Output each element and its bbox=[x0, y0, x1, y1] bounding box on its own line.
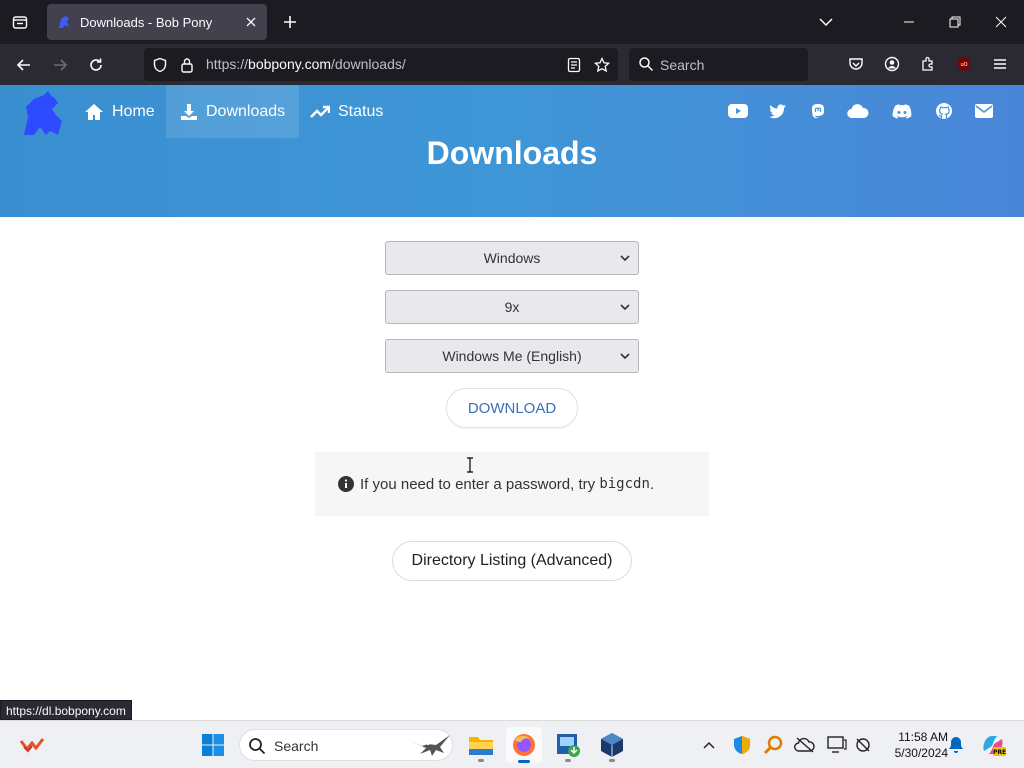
bookmark-star-icon[interactable] bbox=[591, 54, 613, 76]
magnifier-app-icon[interactable] bbox=[761, 733, 785, 757]
url-text[interactable]: https://bobpony.com/downloads/ bbox=[206, 56, 406, 72]
nav-home[interactable]: Home bbox=[70, 85, 169, 138]
github-icon[interactable] bbox=[932, 99, 956, 123]
nav-downloads[interactable]: Downloads bbox=[166, 85, 300, 138]
display-settings-icon[interactable] bbox=[825, 733, 849, 757]
browser-nav-bar: https://bobpony.com/downloads/ Search uO bbox=[0, 44, 1024, 85]
search-icon bbox=[249, 738, 266, 755]
svg-text:PRE: PRE bbox=[993, 749, 1006, 756]
download-button[interactable]: DOWNLOAD bbox=[446, 388, 578, 428]
search-icon bbox=[639, 57, 654, 72]
home-icon bbox=[84, 103, 104, 121]
app-running-indicator bbox=[478, 759, 484, 762]
file-explorer-icon[interactable] bbox=[463, 727, 499, 763]
chevron-down-icon bbox=[620, 353, 630, 360]
new-tab-icon[interactable] bbox=[278, 10, 302, 34]
installer-app-icon[interactable] bbox=[550, 727, 586, 763]
version-select-value: Windows Me (English) bbox=[442, 348, 582, 364]
twitter-icon[interactable] bbox=[766, 99, 790, 123]
search-highlight-bird-icon bbox=[408, 735, 450, 756]
chevron-down-icon bbox=[620, 255, 630, 262]
download-icon bbox=[180, 103, 198, 121]
start-menu-icon[interactable] bbox=[195, 727, 231, 763]
tab-list-icon[interactable] bbox=[8, 10, 32, 34]
onedrive-offline-icon[interactable] bbox=[793, 733, 817, 757]
browser-search-bar[interactable]: Search bbox=[629, 48, 808, 81]
virtualbox-icon[interactable] bbox=[594, 727, 630, 763]
notice-code: bigcdn bbox=[599, 476, 650, 492]
ublock-origin-icon[interactable]: uO bbox=[952, 52, 976, 76]
page-title: Downloads bbox=[426, 135, 598, 171]
address-bar[interactable]: https://bobpony.com/downloads/ bbox=[144, 48, 618, 81]
clock-time: 11:58 AM bbox=[898, 730, 948, 744]
directory-listing-label: Directory Listing (Advanced) bbox=[411, 552, 613, 569]
network-disconnected-icon[interactable] bbox=[851, 733, 875, 757]
show-hidden-icons-chevron-up-icon[interactable] bbox=[697, 733, 721, 757]
directory-listing-button[interactable]: Directory Listing (Advanced) bbox=[392, 541, 632, 581]
copilot-preview-icon[interactable]: PRE bbox=[978, 733, 1008, 757]
account-icon[interactable] bbox=[880, 52, 904, 76]
cloud-icon[interactable] bbox=[846, 99, 870, 123]
mastodon-icon[interactable] bbox=[806, 99, 830, 123]
site-header: Home Downloads Status Downloads bbox=[0, 85, 1024, 217]
url-host: bobpony.com bbox=[248, 56, 332, 72]
youtube-icon[interactable] bbox=[726, 99, 750, 123]
svg-text:uO: uO bbox=[960, 62, 967, 68]
bobpony-favicon-icon bbox=[59, 16, 69, 28]
trending-up-icon bbox=[310, 105, 330, 119]
nav-status[interactable]: Status bbox=[296, 85, 397, 138]
pocket-icon[interactable] bbox=[844, 52, 868, 76]
browser-search-placeholder: Search bbox=[660, 57, 705, 73]
system-clock[interactable]: 11:58 AM 5/30/2024 bbox=[878, 729, 948, 761]
password-notice: If you need to enter a password, try big… bbox=[315, 452, 709, 516]
notification-bell-icon[interactable] bbox=[944, 733, 968, 757]
extensions-icon[interactable] bbox=[916, 52, 940, 76]
tab-close-icon[interactable] bbox=[239, 10, 263, 34]
tracking-protection-shield-icon[interactable] bbox=[149, 54, 171, 76]
family-select[interactable]: 9x bbox=[385, 290, 639, 324]
chevron-down-icon bbox=[620, 304, 630, 311]
minimize-icon[interactable] bbox=[886, 0, 932, 44]
app-active-indicator bbox=[518, 760, 530, 763]
taskbar-search-placeholder: Search bbox=[274, 738, 319, 754]
tab-title: Downloads - Bob Pony bbox=[80, 14, 213, 30]
bobpony-logo[interactable] bbox=[18, 91, 66, 139]
close-window-icon[interactable] bbox=[978, 0, 1024, 44]
restore-icon[interactable] bbox=[932, 0, 978, 44]
taskbar-search[interactable]: Search bbox=[239, 729, 453, 761]
clock-date: 5/30/2024 bbox=[894, 746, 948, 760]
browser-tab-bar: Downloads - Bob Pony bbox=[0, 0, 1024, 44]
notice-end: . bbox=[649, 475, 655, 493]
download-button-label: DOWNLOAD bbox=[467, 399, 557, 417]
text-cursor-icon bbox=[467, 457, 473, 473]
notice-text: If you need to enter a password, try bbox=[360, 475, 596, 493]
version-select[interactable]: Windows Me (English) bbox=[385, 339, 639, 373]
app-running-indicator bbox=[609, 759, 615, 762]
reload-icon[interactable] bbox=[81, 50, 111, 80]
url-path: /downloads/ bbox=[331, 56, 406, 72]
discord-icon[interactable] bbox=[890, 99, 914, 123]
widgets-icon[interactable] bbox=[14, 727, 50, 763]
menu-hamburger-icon[interactable] bbox=[988, 52, 1012, 76]
app-running-indicator bbox=[565, 759, 571, 762]
family-select-value: 9x bbox=[504, 299, 520, 315]
security-shield-icon[interactable] bbox=[730, 733, 754, 757]
nav-status-label: Status bbox=[338, 102, 384, 120]
os-select-value: Windows bbox=[483, 250, 541, 266]
windows-taskbar: Search 11:58 AM 5/30/2024 PRE bbox=[0, 720, 1024, 768]
info-icon bbox=[338, 476, 354, 492]
mail-icon[interactable] bbox=[972, 99, 996, 123]
firefox-icon[interactable] bbox=[506, 727, 542, 763]
back-icon[interactable] bbox=[9, 50, 39, 80]
forward-icon[interactable] bbox=[45, 50, 75, 80]
link-status-tooltip: https://dl.bobpony.com bbox=[0, 700, 132, 720]
lock-icon[interactable] bbox=[176, 54, 198, 76]
os-select[interactable]: Windows bbox=[385, 241, 639, 275]
reader-view-icon[interactable] bbox=[563, 54, 585, 76]
url-scheme: https:// bbox=[206, 56, 249, 72]
nav-downloads-label: Downloads bbox=[206, 102, 286, 120]
list-all-tabs-icon[interactable] bbox=[814, 10, 838, 34]
browser-tab[interactable]: Downloads - Bob Pony bbox=[47, 4, 267, 40]
nav-home-label: Home bbox=[112, 102, 155, 120]
